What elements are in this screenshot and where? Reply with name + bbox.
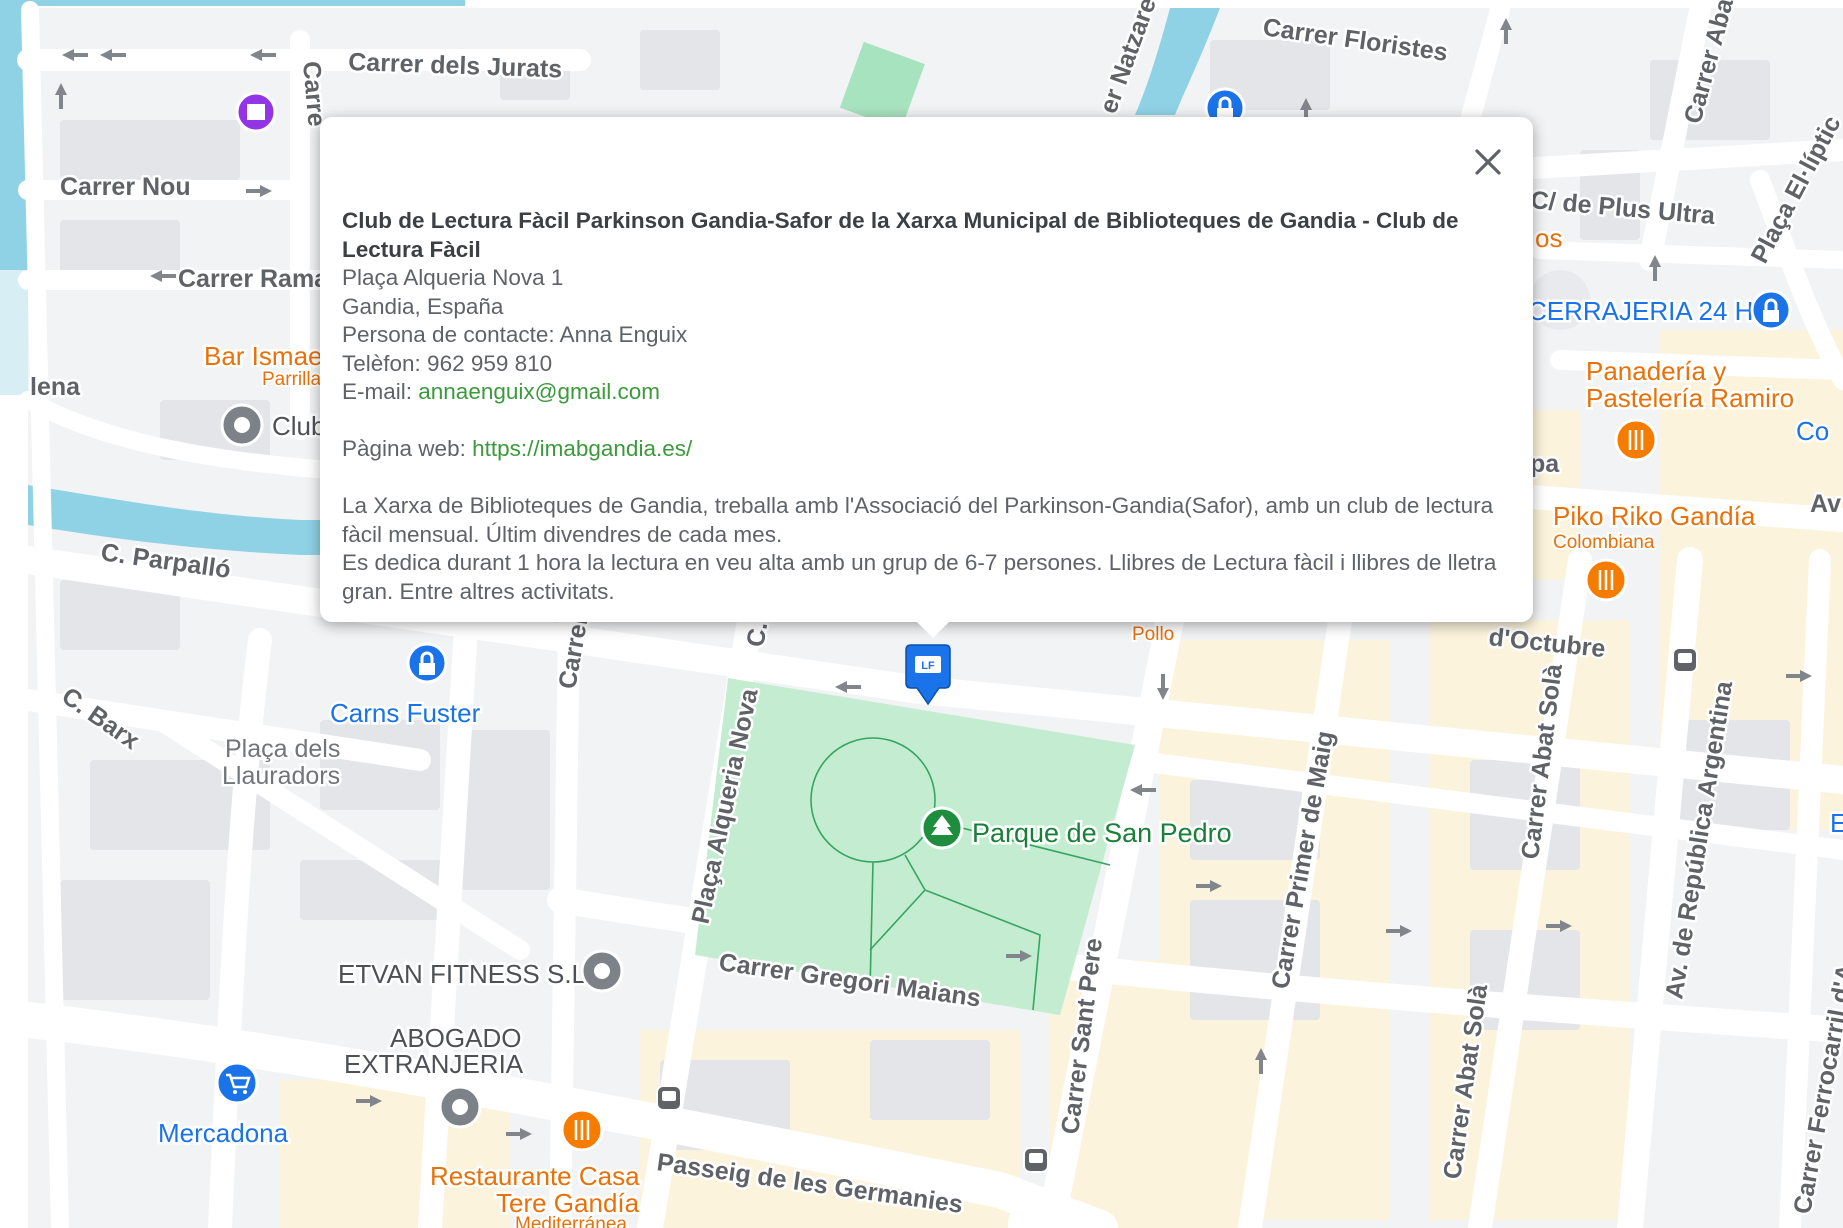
poi-label: os (1535, 223, 1562, 253)
poi-label: Panadería y (1586, 356, 1726, 386)
poi-label: Co (1796, 416, 1829, 446)
poi-label: Carns Fuster (330, 698, 481, 728)
poi-label: Bar Ismae (204, 341, 323, 371)
phone-number: Telèfon: 962 959 810 (342, 350, 553, 376)
poi-label: E (1830, 808, 1843, 838)
close-icon (1475, 149, 1501, 175)
address-line: Plaça Alqueria Nova 1 (342, 265, 564, 290)
lock-icon[interactable] (1750, 289, 1792, 331)
restaurant-icon[interactable] (1584, 558, 1628, 602)
poi-label: Pollo (1132, 624, 1174, 645)
poi-label: Mercadona (158, 1118, 289, 1148)
poi-label: Pastelería Ramiro (1586, 383, 1794, 413)
restaurant-icon[interactable] (1614, 418, 1658, 462)
street-label: pa (1530, 450, 1560, 478)
poi-label: Piko Riko Gandía (1553, 501, 1756, 531)
bus-stop-icon[interactable] (1672, 647, 1698, 673)
place-icon[interactable] (220, 403, 264, 447)
info-window-tail (915, 620, 951, 638)
description-text: Es dedica durant 1 hora la lectura en ve… (342, 550, 1497, 604)
poi-label: Parque de San Pedro (972, 818, 1232, 848)
email-label: E-mail: (342, 379, 419, 404)
website-label: Pàgina web: (342, 436, 473, 461)
place-title: Club de Lectura Fàcil Parkinson Gandia-S… (342, 208, 1459, 262)
poi-label: Colombiana (1553, 532, 1655, 553)
library-marker-icon[interactable]: LF (905, 644, 951, 706)
svg-text:LF: LF (921, 660, 935, 672)
poi-label: Club (272, 411, 325, 441)
place-icon[interactable] (438, 1085, 482, 1129)
poi-label: Llauradors (222, 762, 340, 790)
street-label: Carrer Ramat (178, 265, 337, 293)
poi-label: Plaça dels (225, 735, 340, 763)
close-button[interactable] (1465, 139, 1511, 185)
contact-person: Persona de contacte: Anna Enguix (342, 322, 688, 347)
street-label: C. (741, 620, 773, 649)
address-line: Gandia, España (342, 293, 504, 319)
email-link[interactable]: annaenguix@gmail.com (418, 379, 660, 404)
bus-stop-icon[interactable] (1023, 1147, 1049, 1173)
poi-label: Parrilla (262, 369, 322, 390)
description-text: La Xarxa de Biblioteques de Gandia, treb… (342, 493, 1494, 547)
museum-icon[interactable] (235, 91, 277, 133)
bus-stop-icon[interactable] (656, 1085, 682, 1111)
street-label: lena (30, 373, 81, 401)
info-window-content: Club de Lectura Fàcil Parkinson Gandia-S… (342, 207, 1502, 606)
shopping-cart-icon[interactable] (215, 1061, 259, 1105)
info-window: Club de Lectura Fàcil Parkinson Gandia-S… (320, 117, 1533, 638)
poi-label: Restaurante Casa (430, 1161, 640, 1191)
lock-icon[interactable] (406, 642, 448, 684)
poi-label: CERRAJERIA 24 H (1528, 296, 1753, 326)
website-row: Pàgina web: https://imabgandia.es/ (342, 435, 1502, 464)
website-link[interactable]: https://imabgandia.es/ (472, 436, 692, 461)
restaurant-icon[interactable] (560, 1108, 604, 1152)
park-icon[interactable] (920, 806, 964, 850)
street-label: Av (1810, 490, 1841, 518)
email-row: E-mail: annaenguix@gmail.com (342, 378, 1502, 407)
poi-label: ETVAN FITNESS S.L (338, 959, 586, 989)
place-icon[interactable] (580, 949, 624, 993)
poi-label: Mediterránea (515, 1214, 627, 1228)
poi-label: EXTRANJERIA (344, 1049, 524, 1079)
street-label: Carrer Nou (60, 173, 191, 201)
